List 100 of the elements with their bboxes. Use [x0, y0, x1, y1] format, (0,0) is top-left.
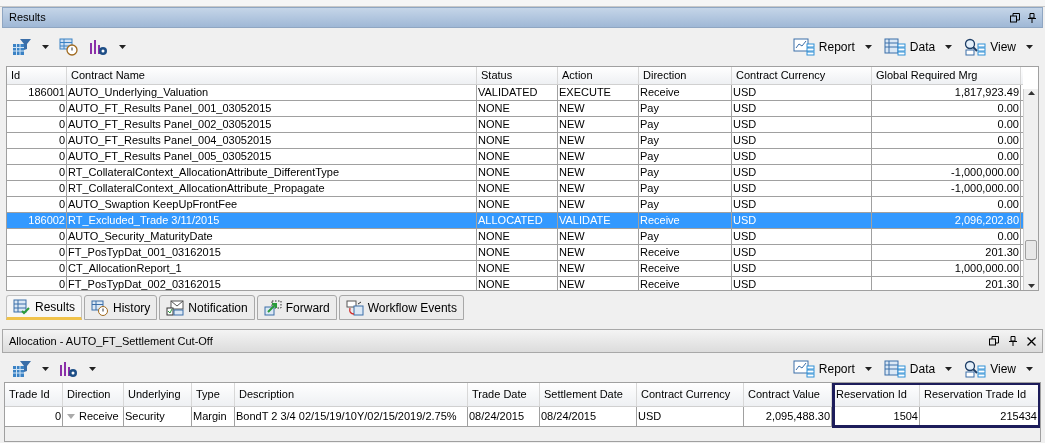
- table-cell: 0: [5, 407, 63, 426]
- filter-table-icon[interactable]: [12, 359, 32, 378]
- table-cell: 201.30: [872, 244, 1021, 260]
- table-cell: 1,817,923.49: [872, 84, 1021, 100]
- tab[interactable]: History: [84, 295, 158, 320]
- scroll-up-icon[interactable]: [1027, 91, 1035, 95]
- restore-icon[interactable]: [989, 336, 999, 346]
- table-cell: Pay: [639, 164, 732, 180]
- table-cell: 08/24/2015: [540, 407, 637, 426]
- dropdown-caret-icon[interactable]: [1026, 366, 1033, 371]
- table-cell: USD: [732, 148, 872, 164]
- column-header[interactable]: Type: [192, 383, 235, 406]
- chart-gear-icon[interactable]: [59, 359, 79, 378]
- table-row[interactable]: 0 Receive Security Margin BondT 2 3/4 02/15/19/10Y/02/15/2019/2.75% 08/24/2015 08/24/2015 USD 2,095,488.30 1504 215434: [5, 407, 1040, 427]
- table-cell: VALIDATE: [558, 212, 639, 228]
- table-cell: NEW: [558, 148, 639, 164]
- table-cell: NONE: [477, 260, 558, 276]
- dropdown-caret-icon[interactable]: [42, 45, 49, 49]
- filter-table-icon[interactable]: [12, 38, 32, 56]
- column-header[interactable]: Global Required Mrg: [872, 67, 1021, 84]
- magnifier-table-icon: [964, 38, 987, 56]
- table-cell: 08/24/2015: [468, 407, 540, 426]
- table-cell: 1,000,000.00: [872, 260, 1021, 276]
- table-cell: Receive: [639, 260, 732, 276]
- column-header[interactable]: Action: [558, 67, 639, 84]
- tab[interactable]: Results: [6, 295, 82, 320]
- table-cell: NONE: [477, 276, 558, 290]
- table-cell: USD: [732, 164, 872, 180]
- dropdown-caret-icon[interactable]: [945, 366, 953, 371]
- table-cell: 2,095,488.30: [744, 407, 832, 426]
- data-menu-button[interactable]: Data: [883, 38, 953, 56]
- dropdown-caret-icon[interactable]: [89, 366, 96, 371]
- table-cell: NEW: [558, 116, 639, 132]
- column-header[interactable]: Underlying: [124, 383, 192, 406]
- tab[interactable]: Notification: [159, 295, 255, 320]
- table-cell: RT_Excluded_Trade 3/11/2015: [67, 212, 477, 228]
- column-header[interactable]: Id: [7, 67, 67, 84]
- table-cell: USD: [732, 244, 872, 260]
- column-header[interactable]: Direction: [639, 67, 732, 84]
- column-header[interactable]: Reservation Trade Id: [920, 383, 1039, 406]
- column-header[interactable]: Contract Value: [744, 383, 832, 406]
- column-header[interactable]: Status: [477, 67, 558, 84]
- table-cell: 0.00: [872, 116, 1021, 132]
- tab[interactable]: Forward: [256, 295, 337, 320]
- dropdown-caret-icon[interactable]: [1026, 45, 1033, 49]
- column-header[interactable]: Description: [235, 383, 468, 406]
- tab[interactable]: Workflow Events: [338, 295, 464, 320]
- column-header[interactable]: Reservation Id: [832, 383, 920, 406]
- table-cell: Margin: [192, 407, 235, 426]
- table-cell: -1,000,000.00: [872, 164, 1021, 180]
- close-icon[interactable]: [1027, 336, 1036, 346]
- table-cell: USD: [732, 260, 872, 276]
- table-cell: AUTO_Underlying_Valuation: [67, 84, 477, 100]
- table-cell: 0: [7, 276, 67, 290]
- column-header[interactable]: Contract Currency: [732, 67, 872, 84]
- data-menu-button[interactable]: Data: [883, 359, 953, 378]
- table-cell: NONE: [477, 116, 558, 132]
- dropdown-caret-icon[interactable]: [42, 366, 49, 371]
- table-cell: 0: [7, 196, 67, 212]
- table-cell: NONE: [477, 100, 558, 116]
- scrollbar[interactable]: [1023, 89, 1038, 290]
- table-cell: AUTO_Swaption KeepUpFrontFee: [67, 196, 477, 212]
- envelope-table-icon: [166, 299, 185, 316]
- report-menu-button[interactable]: Report: [792, 38, 872, 56]
- table-cell: FT_PosTypDat_001_03162015: [67, 244, 477, 260]
- pin-icon[interactable]: [1009, 336, 1017, 346]
- table-cell: VALIDATED: [477, 84, 558, 100]
- dropdown-caret-icon[interactable]: [119, 45, 126, 49]
- table-cell: 0: [7, 100, 67, 116]
- table-cell: USD: [732, 228, 872, 244]
- scroll-thumb[interactable]: [1025, 239, 1037, 260]
- report-menu-button[interactable]: Report: [792, 359, 872, 378]
- restore-icon[interactable]: [1010, 12, 1020, 23]
- table-cell: NONE: [477, 180, 558, 196]
- view-menu-button[interactable]: View: [964, 359, 1033, 378]
- table-clock-icon[interactable]: [59, 38, 79, 56]
- column-header[interactable]: Contract Name: [67, 67, 477, 84]
- column-header[interactable]: Trade Id: [5, 383, 63, 406]
- column-header[interactable]: Settlement Date: [540, 383, 637, 406]
- table-cell: FT_PosTypDat_002_03162015: [67, 276, 477, 290]
- table-cell: USD: [732, 84, 872, 100]
- dropdown-caret-icon[interactable]: [864, 45, 872, 49]
- column-header[interactable]: Trade Date: [468, 383, 540, 406]
- report-icon: [792, 359, 815, 378]
- table-cell: Pay: [639, 116, 732, 132]
- table-cell: Pay: [639, 132, 732, 148]
- chart-gear-icon[interactable]: [89, 38, 109, 56]
- dropdown-caret-icon[interactable]: [864, 366, 872, 371]
- table-cell: 1504: [832, 407, 920, 426]
- view-menu-button[interactable]: View: [964, 38, 1033, 56]
- table-arrow-icon: [263, 299, 282, 316]
- table-cell: 0.00: [872, 132, 1021, 148]
- dropdown-caret-icon[interactable]: [945, 45, 953, 49]
- table-cell: NEW: [558, 100, 639, 116]
- table-check-icon: [13, 298, 31, 315]
- pin-icon[interactable]: [1028, 12, 1036, 23]
- scroll-down-icon[interactable]: [1027, 284, 1035, 288]
- column-header[interactable]: Direction: [63, 383, 124, 406]
- table-cell: NEW: [558, 196, 639, 212]
- column-header[interactable]: Contract Currency: [637, 383, 744, 406]
